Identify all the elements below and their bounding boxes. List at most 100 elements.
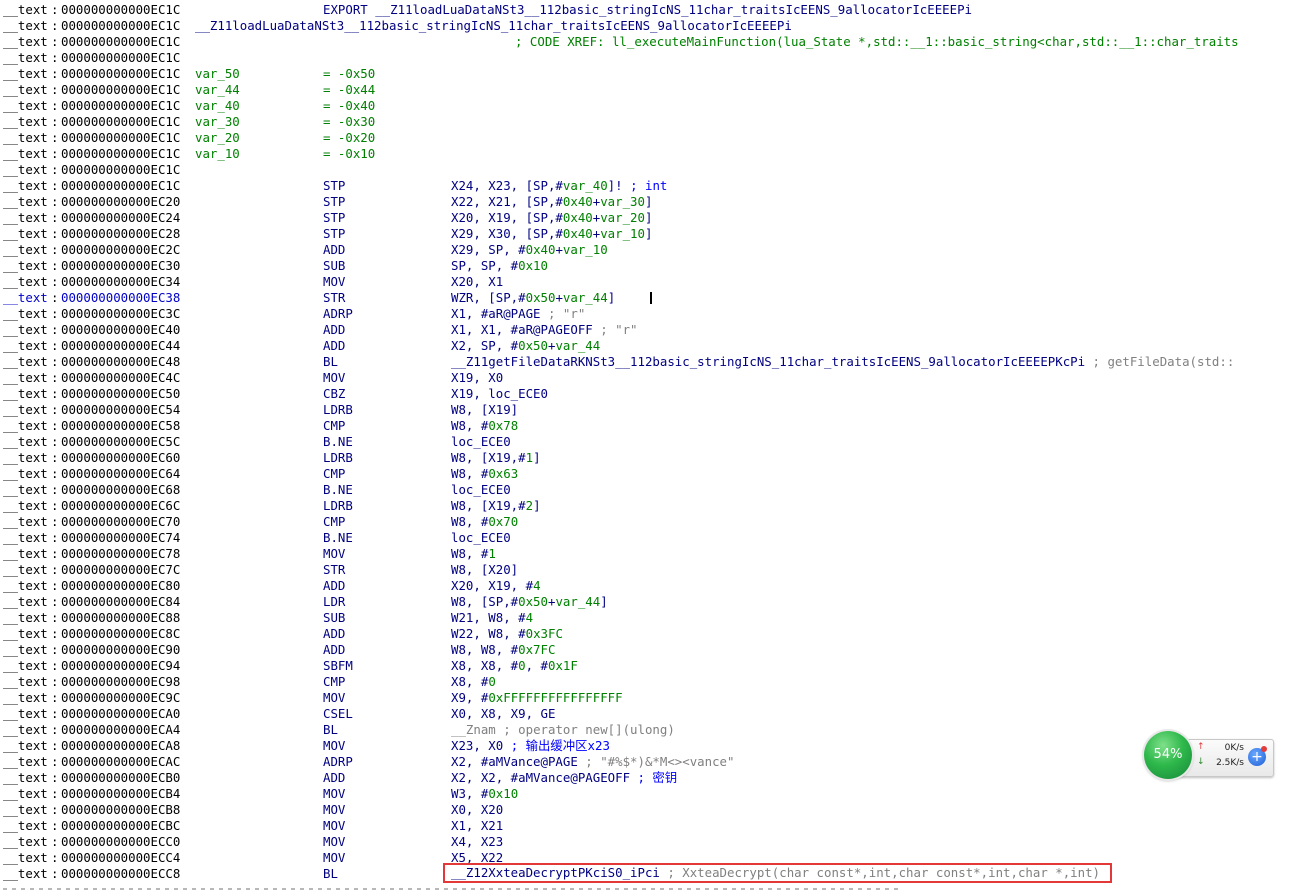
operands[interactable]: loc_ECE0 [451, 530, 511, 546]
mnemonic[interactable]: MOV [323, 850, 345, 866]
mnemonic[interactable]: ADD [323, 322, 345, 338]
mnemonic[interactable]: BL [323, 722, 338, 738]
code-line[interactable]: __text 000000000000EC94: SBFM X8, X8, #0, #… [0, 658, 1291, 674]
code-line[interactable]: __text 000000000000EC2C: ADD X29, SP, #0x40… [0, 242, 1291, 258]
code-line[interactable]: __text 000000000000ECA8: MOV X23, X0 ; 输出缓冲… [0, 738, 1291, 754]
code-line[interactable]: __text 000000000000EC60: LDRB W8, [X19,#1] [0, 450, 1291, 466]
address-label[interactable]: 000000000000ECA8 [61, 738, 180, 754]
mnemonic[interactable]: LDRB [323, 450, 353, 466]
address-label[interactable]: 000000000000EC1C [61, 114, 180, 130]
mnemonic[interactable]: CMP [323, 674, 345, 690]
address-label[interactable]: 000000000000EC7C [61, 562, 180, 578]
operands[interactable]: W8, [X19,#2] [451, 498, 541, 514]
operands[interactable]: X19, X0 [451, 370, 503, 386]
mnemonic[interactable]: MOV [323, 834, 345, 850]
xref-comment[interactable]: ; CODE XREF: ll_executeMainFunction(lua_… [515, 34, 1239, 50]
mnemonic[interactable]: MOV [323, 370, 345, 386]
code-line[interactable]: __text 000000000000EC44: ADD X2, SP, #0x50+… [0, 338, 1291, 354]
code-line[interactable]: __text 000000000000EC1C: STP X24, X23, [SP,… [0, 178, 1291, 194]
name-column[interactable]: var_10 [195, 146, 240, 162]
code-line[interactable]: __text 000000000000EC90: ADD W8, W8, #0x7FC [0, 642, 1291, 658]
directive-column[interactable]: = -0x44 [323, 82, 375, 98]
address-label[interactable]: 000000000000EC1C [61, 98, 180, 114]
address-label[interactable]: 000000000000EC68 [61, 482, 180, 498]
address-label[interactable]: 000000000000EC84 [61, 594, 180, 610]
code-line[interactable]: __text 000000000000EC40: ADD X1, X1, #aR@PA… [0, 322, 1291, 338]
address-label[interactable]: 000000000000EC88 [61, 610, 180, 626]
current-code-line[interactable]: __text 000000000000EC38: STR WZR, [SP,#0x50… [0, 290, 1291, 306]
address-label[interactable]: 000000000000EC1C [61, 34, 180, 50]
mnemonic[interactable]: ADD [323, 642, 345, 658]
code-line[interactable]: __text 000000000000EC1C: [0, 50, 1291, 66]
code-line[interactable]: __text 000000000000EC80: ADD X20, X19, #4 [0, 578, 1291, 594]
mnemonic[interactable]: ADD [323, 242, 345, 258]
operands[interactable]: X1, X1, #aR@PAGEOFF ; "r" [451, 322, 638, 338]
code-line[interactable]: __text 000000000000EC84: LDR W8, [SP,#0x50+… [0, 594, 1291, 610]
code-line[interactable]: __text 000000000000EC98: CMP X8, #0 [0, 674, 1291, 690]
address-label[interactable]: 000000000000EC54 [61, 402, 180, 418]
address-label[interactable]: 000000000000EC9C [61, 690, 180, 706]
operands[interactable]: X0, X8, X9, GE [451, 706, 555, 722]
code-line[interactable]: __text 000000000000EC1C: [0, 162, 1291, 178]
code-line[interactable]: __text 000000000000ECC8: BL __Z12XxteaDecry… [0, 863, 1291, 883]
mnemonic[interactable]: CSEL [323, 706, 353, 722]
address-label[interactable]: 000000000000EC5C [61, 434, 180, 450]
mnemonic[interactable]: MOV [323, 546, 345, 562]
directive-column[interactable]: = -0x40 [323, 98, 375, 114]
code-line[interactable]: __text 000000000000EC74: B.NE loc_ECE0 [0, 530, 1291, 546]
address-label[interactable]: 000000000000ECAC [61, 754, 180, 770]
operands[interactable]: W8, #0x78 [451, 418, 518, 434]
address-label[interactable]: 000000000000EC38 [61, 290, 180, 306]
directive-column[interactable]: = -0x20 [323, 130, 375, 146]
mnemonic[interactable]: ADRP [323, 306, 353, 322]
address-label[interactable]: 000000000000EC24 [61, 210, 180, 226]
code-line[interactable]: __text 000000000000ECB8: MOV X0, X20 [0, 802, 1291, 818]
address-label[interactable]: 000000000000EC8C [61, 626, 180, 642]
operands[interactable]: X8, X8, #0, #0x1F [451, 658, 578, 674]
code-line[interactable]: __text 000000000000EC1C: EXPORT __Z11loadL… [0, 2, 1291, 18]
name-column[interactable]: __Z11loadLuaDataNSt3__112basic_stringIcN… [195, 18, 792, 34]
mnemonic[interactable]: B.NE [323, 434, 353, 450]
address-label[interactable]: 000000000000ECB0 [61, 770, 180, 786]
address-label[interactable]: 000000000000EC1C [61, 162, 180, 178]
code-line[interactable]: __text 000000000000EC1C: __Z11loadLuaDataN… [0, 18, 1291, 34]
address-label[interactable]: 000000000000EC98 [61, 674, 180, 690]
operands[interactable]: W8, W8, #0x7FC [451, 642, 555, 658]
code-line[interactable]: __text 000000000000EC34: MOV X20, X1 [0, 274, 1291, 290]
operands[interactable]: W8, #0x63 [451, 466, 518, 482]
address-label[interactable]: 000000000000EC44 [61, 338, 180, 354]
code-line[interactable]: __text 000000000000EC50: CBZ X19, loc_ECE0 [0, 386, 1291, 402]
code-line[interactable]: __text 000000000000EC8C: ADD W22, W8, #0x3F… [0, 626, 1291, 642]
name-column[interactable]: var_40 [195, 98, 240, 114]
operands[interactable]: loc_ECE0 [451, 434, 511, 450]
mnemonic[interactable]: CMP [323, 514, 345, 530]
code-line[interactable]: __text 000000000000ECBC: MOV X1, X21 [0, 818, 1291, 834]
mnemonic[interactable]: MOV [323, 738, 345, 754]
code-line[interactable]: __text 000000000000EC28: STP X29, X30, [SP,… [0, 226, 1291, 242]
code-line[interactable]: __text 000000000000ECAC: ADRP X2, #aMVance@… [0, 754, 1291, 770]
code-line[interactable]: __text 000000000000ECB0: ADD X2, X2, #aMVan… [0, 770, 1291, 786]
operands[interactable]: X9, #0xFFFFFFFFFFFFFFFF [451, 690, 623, 706]
address-label[interactable]: 000000000000EC28 [61, 226, 180, 242]
code-line[interactable]: __text 000000000000EC7C: STR W8, [X20] [0, 562, 1291, 578]
name-column[interactable]: var_20 [195, 130, 240, 146]
address-label[interactable]: 000000000000ECC8 [61, 866, 180, 882]
mnemonic[interactable]: SUB [323, 610, 345, 626]
operands[interactable]: WZR, [SP,#0x50+var_44] [451, 290, 615, 306]
code-line[interactable]: __text 000000000000EC1C: var_50 = -0x50 [0, 66, 1291, 82]
mnemonic[interactable]: STP [323, 194, 345, 210]
address-label[interactable]: 000000000000EC94 [61, 658, 180, 674]
mnemonic[interactable]: LDR [323, 594, 345, 610]
address-label[interactable]: 000000000000EC20 [61, 194, 180, 210]
address-label[interactable]: 000000000000ECA4 [61, 722, 180, 738]
operands[interactable]: X29, SP, #0x40+var_10 [451, 242, 608, 258]
operands[interactable]: W8, [X19,#1] [451, 450, 541, 466]
code-line[interactable]: __text 000000000000EC9C: MOV X9, #0xFFFFFFF… [0, 690, 1291, 706]
operands[interactable]: X20, X19, [SP,#0x40+var_20] [451, 210, 652, 226]
code-line[interactable]: __text 000000000000EC6C: LDRB W8, [X19,#2] [0, 498, 1291, 514]
operands[interactable]: X19, loc_ECE0 [451, 386, 548, 402]
address-label[interactable]: 000000000000EC40 [61, 322, 180, 338]
code-line[interactable]: __text 000000000000EC1C: var_20 = -0x20 [0, 130, 1291, 146]
directive-column[interactable]: = -0x10 [323, 146, 375, 162]
operands[interactable]: X2, X2, #aMVance@PAGEOFF ; 密钥 [451, 770, 677, 786]
